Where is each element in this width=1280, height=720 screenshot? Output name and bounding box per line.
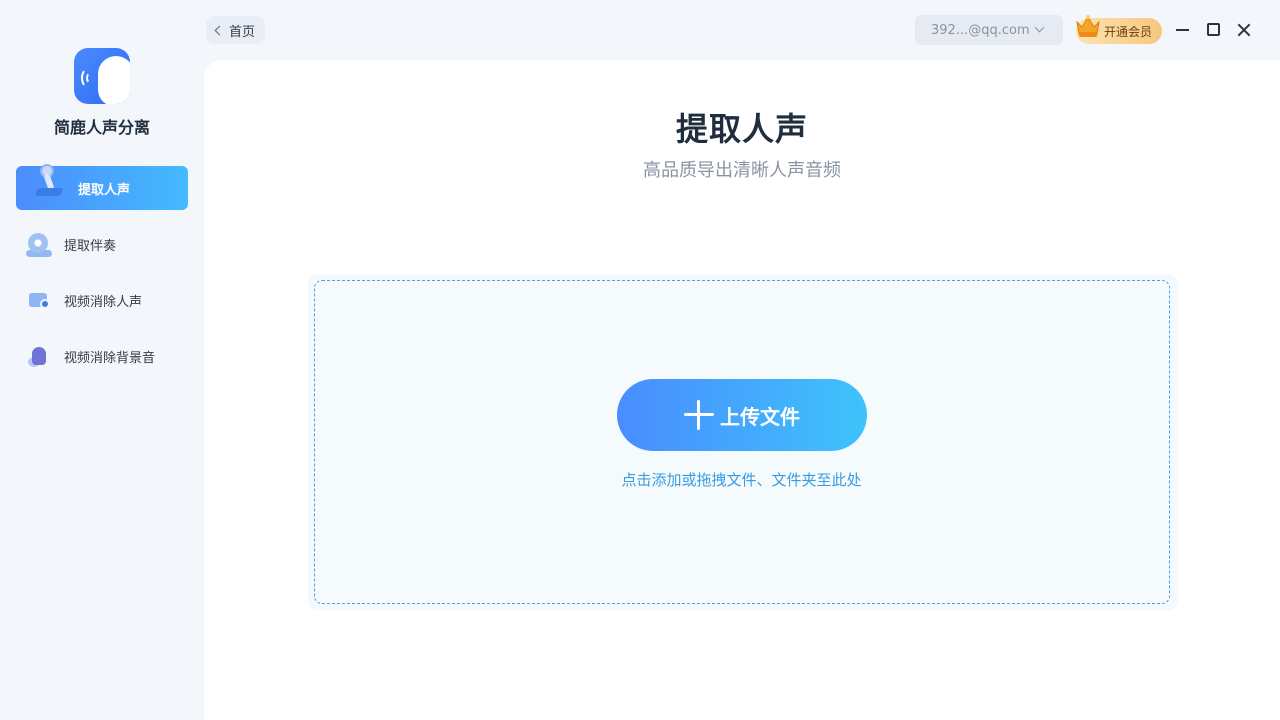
app-name: 简鹿人声分离 bbox=[53, 118, 150, 137]
app-window: 简鹿人声分离 提取人声 提取伴奏 视频消除人声 视频消除背景音 首页 392..… bbox=[0, 0, 1280, 720]
upload-label: 上传文件 bbox=[720, 404, 800, 429]
sidebar-item-label: 视频消除人声 bbox=[64, 294, 143, 310]
maximize-button[interactable] bbox=[1201, 18, 1225, 42]
account-email: 392...@qq.com bbox=[931, 22, 1030, 38]
sidebar-item-video-remove-vocals[interactable]: 视频消除人声 bbox=[16, 278, 188, 322]
chevron-down-icon bbox=[1034, 22, 1045, 33]
page-subtitle: 高品质导出清晰人声音频 bbox=[643, 160, 841, 181]
app-logo-icon bbox=[74, 48, 130, 104]
chevron-left-icon bbox=[214, 25, 225, 35]
plus-icon bbox=[684, 400, 714, 430]
video-icon bbox=[26, 287, 52, 313]
drop-zone-container: 上传文件 点击添加或拖拽文件、文件夹至此处 bbox=[308, 274, 1178, 610]
sidebar-item-extract-accompaniment[interactable]: 提取伴奏 bbox=[16, 222, 188, 266]
back-label: 首页 bbox=[229, 24, 256, 40]
sidebar-item-label: 提取人声 bbox=[78, 182, 131, 198]
sidebar-item-label: 提取伴奏 bbox=[64, 238, 117, 254]
vip-label: 开通会员 bbox=[1104, 24, 1153, 39]
upload-file-button[interactable]: 上传文件 bbox=[617, 379, 867, 451]
file-drop-zone[interactable]: 上传文件 点击添加或拖拽文件、文件夹至此处 bbox=[314, 280, 1170, 604]
page-title: 提取人声 bbox=[675, 110, 808, 148]
minimize-icon bbox=[1176, 29, 1189, 31]
sidebar-item-extract-vocals[interactable]: 提取人声 bbox=[16, 164, 188, 210]
microphone-icon bbox=[32, 164, 66, 198]
close-button[interactable] bbox=[1232, 18, 1256, 42]
speaker-icon bbox=[26, 343, 52, 369]
back-home-button[interactable]: 首页 bbox=[206, 16, 266, 44]
sidebar-item-label: 视频消除背景音 bbox=[64, 350, 156, 366]
vip-button[interactable]: 开通会员 bbox=[1076, 15, 1162, 44]
sidebar: 简鹿人声分离 提取人声 提取伴奏 视频消除人声 视频消除背景音 bbox=[0, 0, 204, 720]
maximize-icon bbox=[1207, 23, 1220, 36]
drop-hint: 点击添加或拖拽文件、文件夹至此处 bbox=[621, 471, 862, 489]
main-panel: 提取人声 高品质导出清晰人声音频 上传文件 点击添加或拖拽文件、文件夹至此处 bbox=[204, 60, 1280, 720]
minimize-button[interactable] bbox=[1170, 18, 1194, 42]
disc-icon bbox=[26, 231, 52, 257]
crown-icon bbox=[1076, 15, 1100, 37]
sidebar-item-video-remove-background[interactable]: 视频消除背景音 bbox=[16, 334, 188, 378]
account-dropdown[interactable]: 392...@qq.com bbox=[915, 15, 1063, 45]
